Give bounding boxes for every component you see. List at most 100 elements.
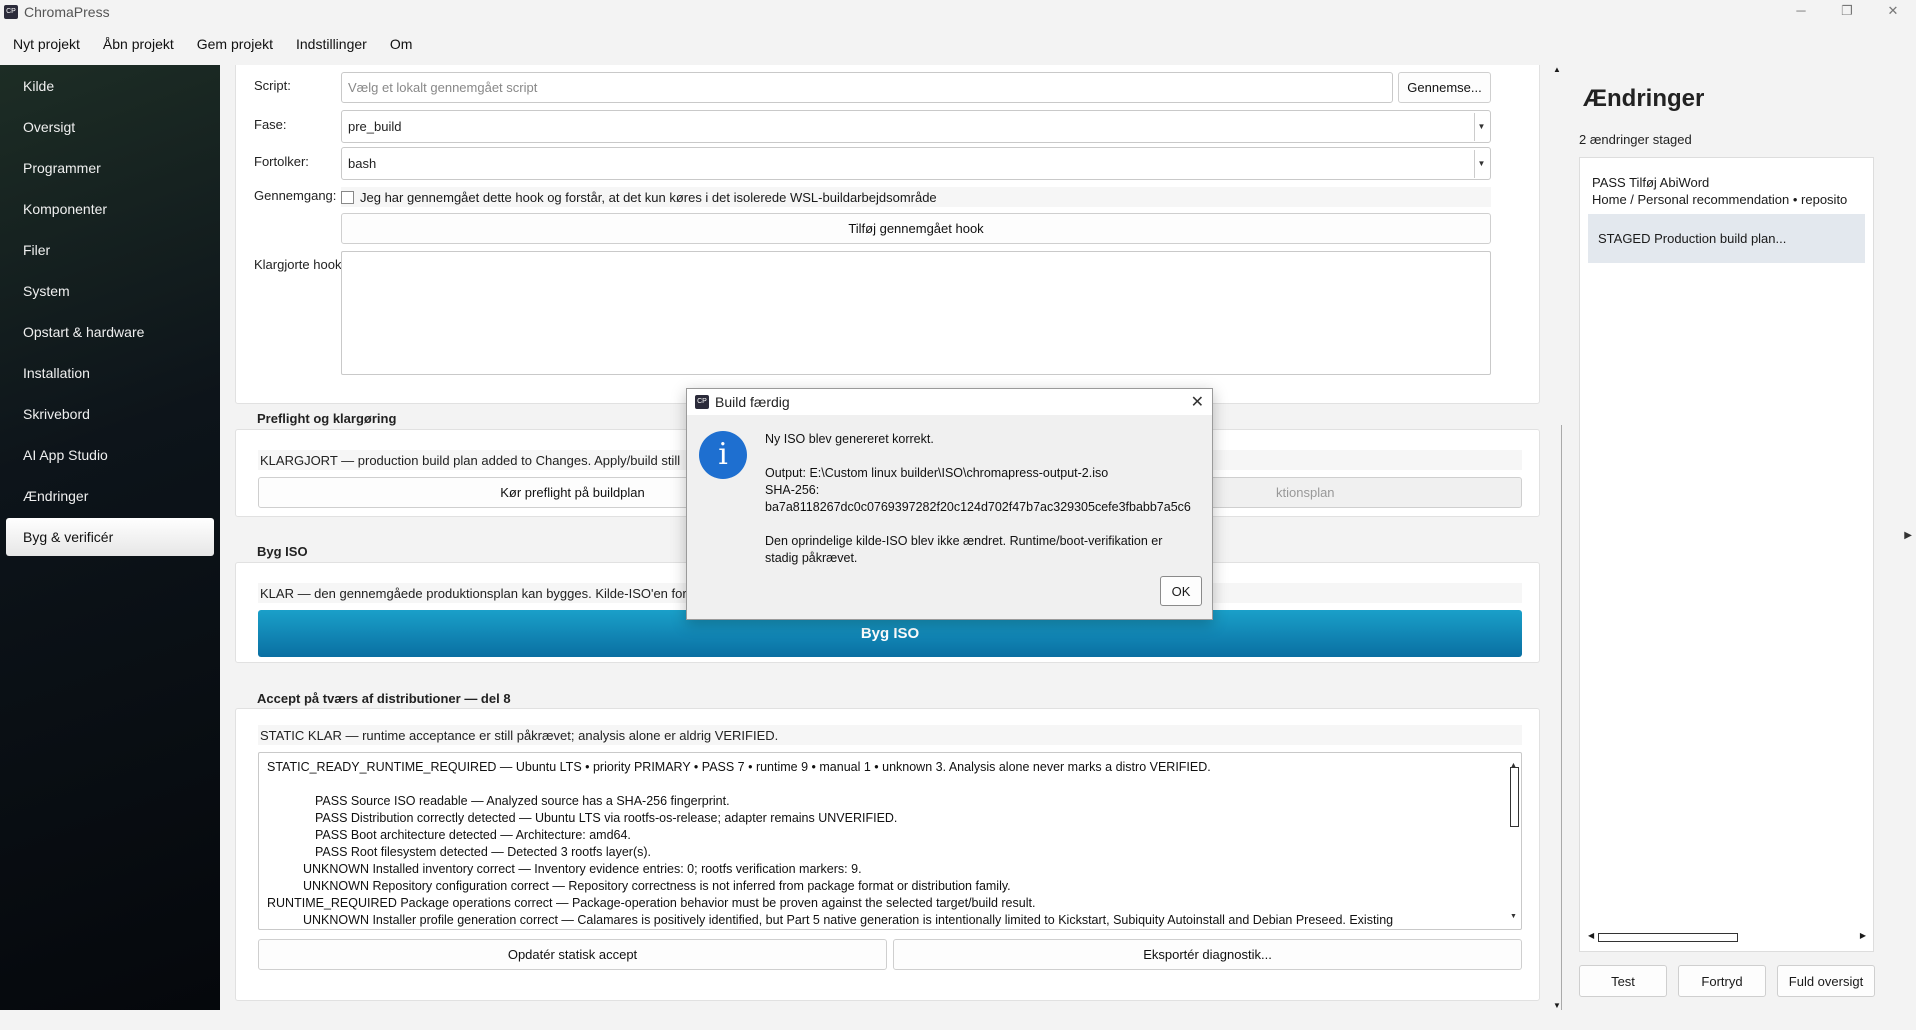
main-scrollbar[interactable]: ▲ ▼ (1550, 65, 1564, 1010)
scrollbar-track-line (1561, 425, 1562, 1010)
report-line: UNKNOWN Installed inventory correct — In… (303, 862, 862, 876)
report-line (267, 776, 1513, 793)
dialog-message: Ny ISO blev genereret korrekt. (765, 432, 934, 446)
review-checkbox-label: Jeg har gennemgået dette hook og forstår… (360, 189, 937, 205)
title-bar: CP ChromaPress ─ ❐ ✕ (0, 0, 1916, 23)
window-title: ChromaPress (24, 3, 110, 20)
sidebar-item-skrivebord[interactable]: Skrivebord (0, 393, 220, 434)
sidebar-item-installation[interactable]: Installation (0, 352, 220, 393)
scrollbar-thumb[interactable] (1598, 933, 1738, 942)
menu-bar: Nyt projekt Åbn projekt Gem projekt Inds… (0, 23, 1916, 65)
ok-button[interactable]: OK (1160, 576, 1202, 606)
menu-new-project[interactable]: Nyt projekt (13, 36, 80, 52)
full-overview-button[interactable]: Fuld oversigt (1777, 965, 1875, 997)
chevron-down-icon: ▼ (1474, 113, 1488, 141)
report-line: PASS Source ISO readable — Analyzed sour… (315, 794, 730, 808)
app-logo-icon: CP (4, 4, 18, 19)
minimize-icon[interactable]: ─ (1778, 0, 1824, 23)
scroll-down-icon[interactable]: ▼ (1553, 1001, 1561, 1010)
dialog-sha-label: SHA-256: (765, 483, 820, 497)
undo-button[interactable]: Fortryd (1678, 965, 1766, 997)
prepared-hooks-list[interactable] (341, 251, 1491, 375)
dialog-title: Build færdig (715, 394, 790, 410)
changes-hscrollbar[interactable]: ◀ ▶ (1588, 931, 1866, 943)
change-item-status: PASS Tilføj AbiWord (1592, 175, 1710, 190)
phase-select[interactable]: pre_build ▼ (341, 110, 1491, 143)
sidebar-item-system[interactable]: System (0, 270, 220, 311)
menu-save-project[interactable]: Gem projekt (197, 36, 273, 52)
accept-card: STATIC KLAR — runtime acceptance er stil… (235, 708, 1540, 1001)
menu-about[interactable]: Om (390, 36, 413, 52)
report-line: PASS Boot architecture detected — Archit… (315, 828, 631, 842)
dialog-title-bar: CP Build færdig ✕ (687, 389, 1212, 415)
prepared-hooks-label: Klargjorte hooks: (254, 257, 352, 272)
hooks-card: Script: Vælg et lokalt gennemgået script… (235, 65, 1540, 404)
dialog-body: Ny ISO blev genereret korrekt. Output: E… (765, 431, 1191, 567)
dialog-note: stadig påkrævet. (765, 551, 858, 565)
interpreter-label: Fortolker: (254, 154, 309, 169)
scrollbar-thumb[interactable] (1510, 767, 1519, 827)
sidebar-item-komponenter[interactable]: Komponenter (0, 188, 220, 229)
changes-title: Ændringer (1583, 85, 1705, 112)
dialog-sha: ba7a8118267dc0c0769397282f20c124d702f47b… (765, 500, 1191, 514)
close-window-icon[interactable]: ✕ (1870, 0, 1916, 23)
sidebar-item-opstart-hardware[interactable]: Opstart & hardware (0, 311, 220, 352)
sidebar-item-filer[interactable]: Filer (0, 229, 220, 270)
review-checkbox[interactable] (341, 190, 354, 204)
accept-status: STATIC KLAR — runtime acceptance er stil… (258, 725, 1522, 745)
close-icon[interactable]: ✕ (1191, 392, 1204, 412)
scroll-left-icon[interactable]: ◀ (1588, 931, 1594, 940)
sidebar-item-ai-app-studio[interactable]: AI App Studio (0, 434, 220, 475)
report-line: PASS Distribution correctly detected — U… (315, 811, 898, 825)
scroll-right-icon[interactable]: ▶ (1860, 931, 1866, 940)
export-diagnostics-button[interactable]: Eksportér diagnostik... (893, 939, 1522, 970)
dialog-spacer (765, 516, 1191, 533)
update-static-accept-button[interactable]: Opdatér statisk accept (258, 939, 887, 970)
sidebar-item-aendringer[interactable]: Ændringer (0, 475, 220, 516)
report-line: PASS Root filesystem detected — Detected… (315, 845, 652, 859)
interpreter-select[interactable]: bash ▼ (341, 147, 1491, 180)
list-item[interactable]: PASS Tilføj AbiWord Home / Personal reco… (1580, 158, 1873, 214)
report-line: UNKNOWN Repository configuration correct… (303, 879, 1011, 893)
sidebar-nav: Kilde Oversigt Programmer Komponenter Fi… (0, 65, 220, 1010)
build-complete-dialog: CP Build færdig ✕ i Ny ISO blev generere… (686, 388, 1213, 620)
report-line: RUNTIME_REQUIRED Package operations corr… (267, 896, 1036, 910)
sidebar-item-kilde[interactable]: Kilde (0, 65, 220, 106)
changes-count: 2 ændringer staged (1579, 132, 1692, 147)
test-button[interactable]: Test (1579, 965, 1667, 997)
accept-report[interactable]: STATIC_READY_RUNTIME_REQUIRED — Ubuntu L… (258, 752, 1522, 930)
menu-open-project[interactable]: Åbn projekt (103, 36, 174, 52)
info-icon: i (699, 431, 747, 479)
phase-label: Fase: (254, 117, 287, 132)
script-label: Script: (254, 78, 291, 93)
preflight-title: Preflight og klargøring (257, 411, 397, 426)
build-title: Byg ISO (257, 544, 308, 559)
change-item-detail: Home / Personal recommendation • reposit… (1592, 192, 1848, 207)
chevron-down-icon: ▼ (1474, 150, 1488, 178)
report-line: STATIC_READY_RUNTIME_REQUIRED — Ubuntu L… (267, 760, 1211, 774)
sidebar-item-oversigt[interactable]: Oversigt (0, 106, 220, 147)
scroll-down-icon[interactable]: ▼ (1510, 908, 1517, 925)
sidebar-item-programmer[interactable]: Programmer (0, 147, 220, 188)
dialog-spacer (765, 448, 1191, 465)
report-scrollbar[interactable]: ▲ ▼ (1509, 757, 1519, 925)
dialog-output: Output: E:\Custom linux builder\ISO\chro… (765, 466, 1109, 480)
maximize-icon[interactable]: ❐ (1824, 0, 1870, 23)
app-logo-icon: CP (695, 395, 709, 409)
sidebar-item-byg-verificer[interactable]: Byg & verificér (6, 518, 214, 556)
add-hook-button[interactable]: Tilføj gennemgået hook (341, 213, 1491, 244)
phase-value: pre_build (348, 119, 402, 134)
change-item-status: STAGED Production build plan... (1598, 231, 1787, 246)
accept-title: Accept på tværs af distributioner — del … (257, 691, 511, 706)
menu-settings[interactable]: Indstillinger (296, 36, 367, 52)
browse-button[interactable]: Gennemse... (1398, 72, 1491, 103)
review-label: Gennemgang: (254, 188, 337, 203)
window-controls: ─ ❐ ✕ (1778, 0, 1916, 23)
script-input[interactable]: Vælg et lokalt gennemgået script (341, 72, 1393, 103)
list-item[interactable]: STAGED Production build plan... (1588, 214, 1865, 263)
expand-panel-icon[interactable]: ▶ (1904, 530, 1912, 541)
changes-list[interactable]: PASS Tilføj AbiWord Home / Personal reco… (1579, 157, 1874, 952)
production-plan-label: ktionsplan (1276, 485, 1335, 500)
scroll-up-icon[interactable]: ▲ (1553, 65, 1561, 74)
dialog-note: Den oprindelige kilde-ISO blev ikke ændr… (765, 534, 1163, 548)
